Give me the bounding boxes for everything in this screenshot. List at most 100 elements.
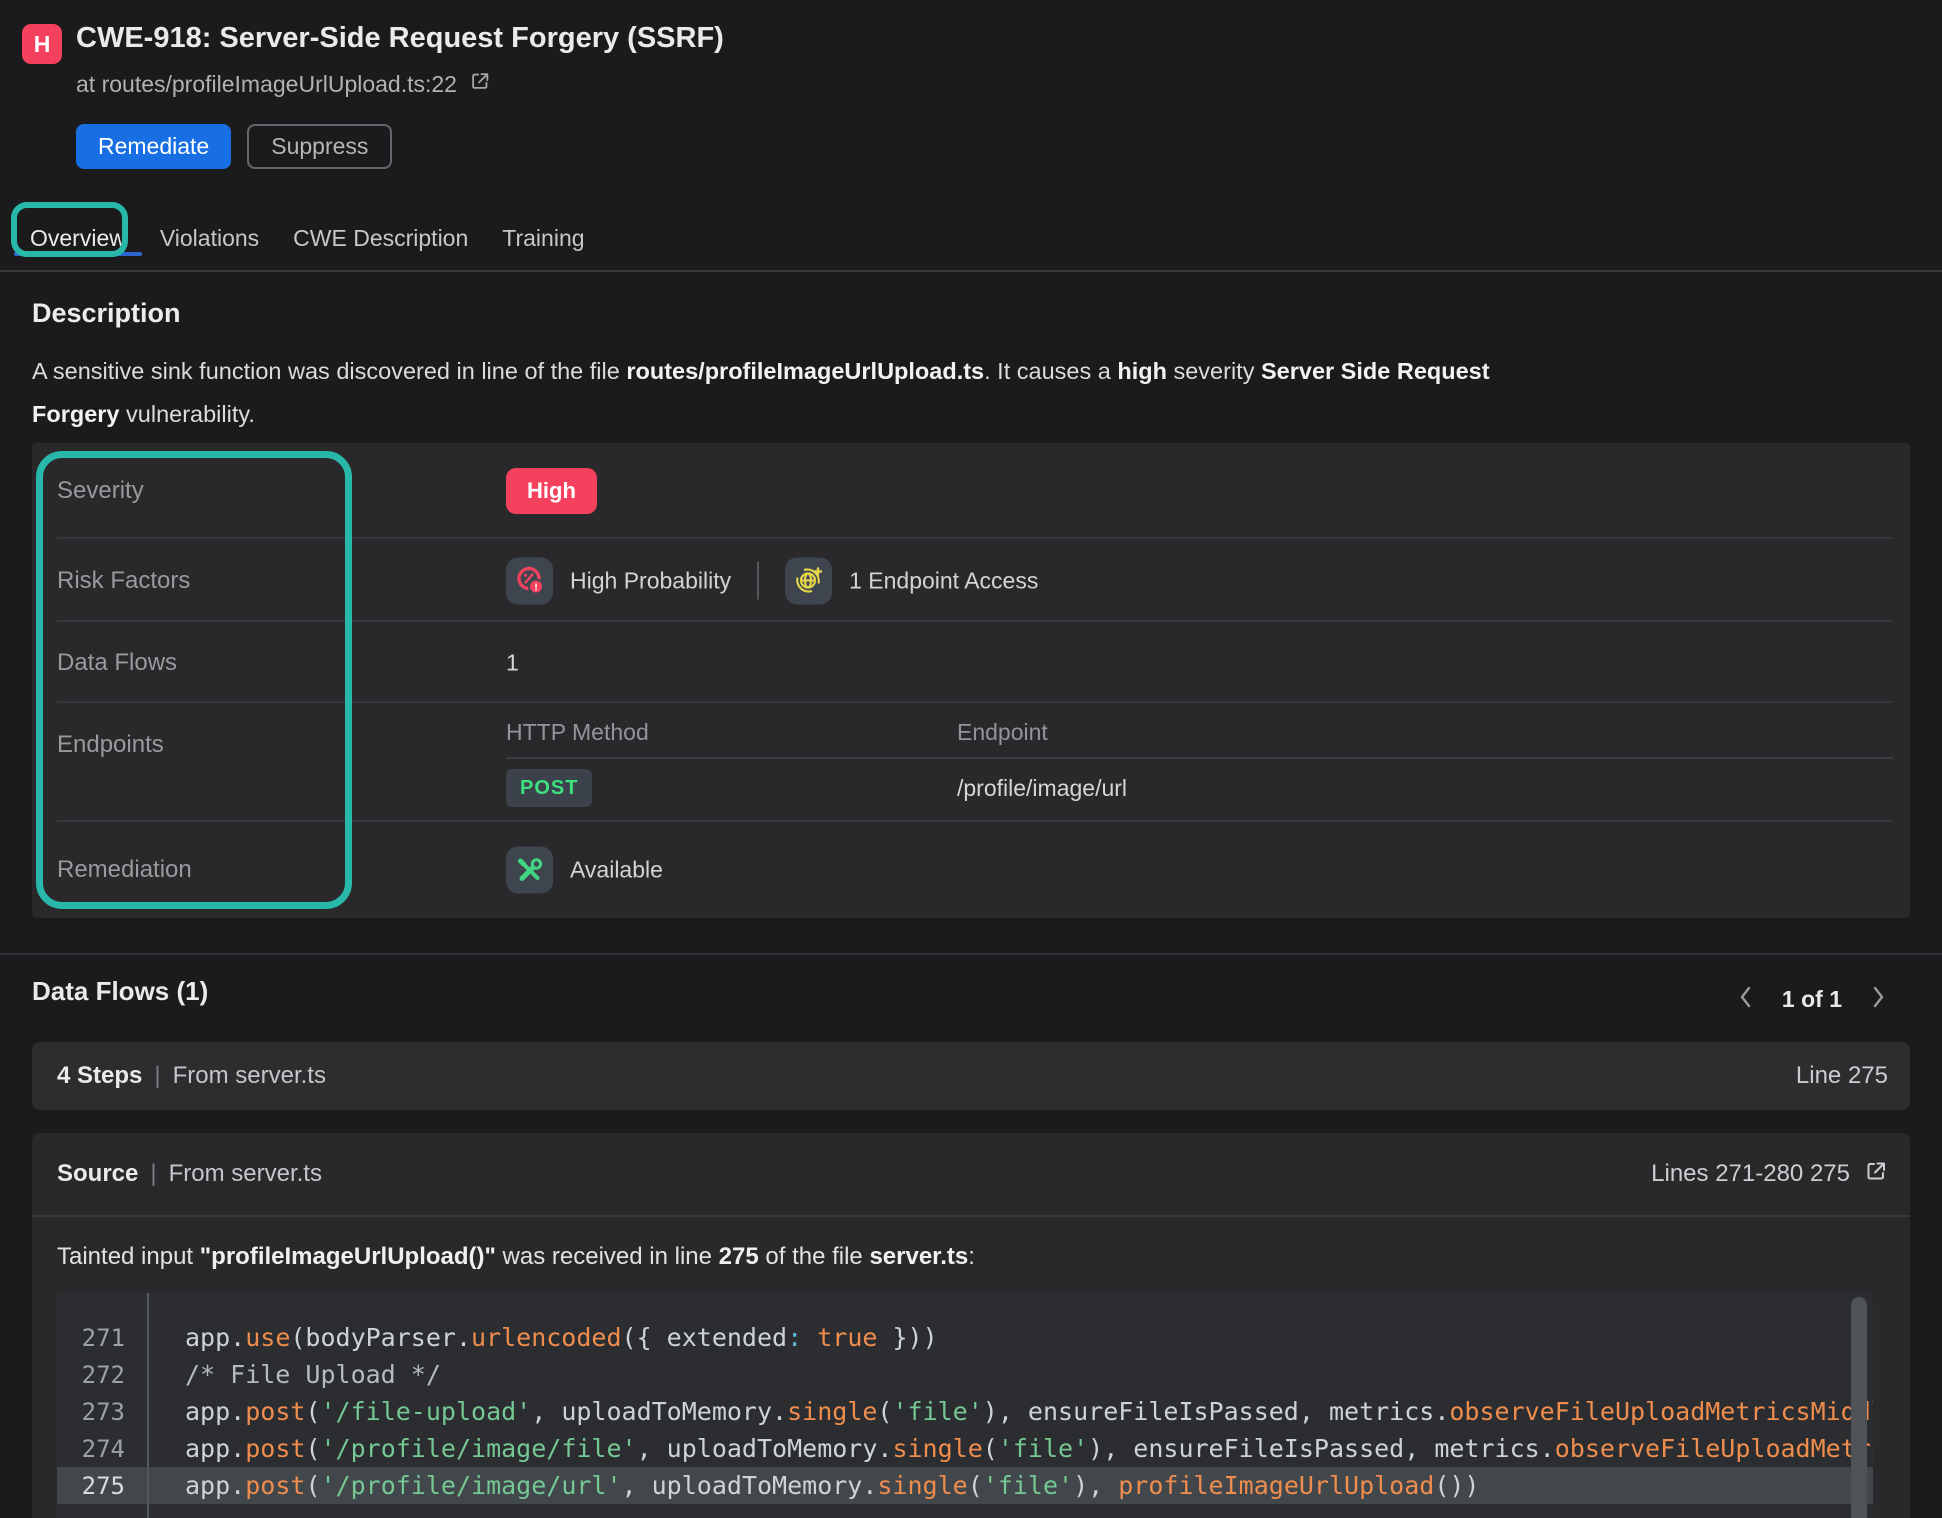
code-line: 271 app.use(bodyParser.urlencoded({ exten… [57, 1319, 1873, 1356]
tabs-divider [0, 270, 1942, 272]
gutter-divider [147, 1293, 149, 1518]
attributes-panel: Severity High Risk Factors ! High Prob [32, 443, 1910, 918]
description-heading: Description [32, 298, 181, 329]
code-line: 272 /* File Upload */ [57, 1356, 1873, 1393]
severity-label: Severity [57, 477, 144, 505]
text-segment: Tainted input [57, 1243, 200, 1270]
risk-factors-label: Risk Factors [57, 567, 190, 595]
line-number: 275 [57, 1472, 125, 1500]
file-location: at routes/profileImageUrlUpload.ts:22 [76, 70, 491, 98]
file-location-text[interactable]: at routes/profileImageUrlUpload.ts:22 [76, 71, 457, 98]
code-line: 274 app.post('/profile/image/file', uploa… [57, 1430, 1873, 1467]
source-lines-group: Lines 271-280 275 [1651, 1159, 1888, 1190]
endpoints-row: Endpoints HTTP Method Endpoint POST /pro… [32, 703, 1910, 822]
page-indicator: 1 of 1 [1782, 986, 1842, 1013]
code-text: app.post('/profile/image/url', uploadToM… [185, 1471, 1479, 1500]
text-segment: was received in line [496, 1243, 719, 1270]
risk-factor-separator [757, 562, 759, 600]
text-segment: vulnerability. [120, 401, 255, 427]
steps-from-file: From server.ts [173, 1062, 326, 1090]
remediation-label: Remediation [57, 856, 192, 884]
data-flow-steps-bar[interactable]: 4 Steps | From server.ts Line 275 [32, 1042, 1910, 1110]
endpoints-header-divider [506, 757, 1893, 759]
vulnerability-detail-page: H CWE-918: Server-Side Request Forgery (… [0, 0, 1942, 1518]
remediation-value-group: Available [506, 847, 663, 894]
data-flows-row: Data Flows 1 [32, 622, 1910, 703]
source-lines-label: Lines 271-280 275 [1651, 1160, 1850, 1188]
chevron-left-icon[interactable] [1736, 984, 1756, 1015]
line-number: 273 [57, 1398, 125, 1426]
risk-factors-row: Risk Factors ! High Probability [32, 539, 1910, 622]
tab-overview[interactable]: Overview [30, 225, 126, 252]
tab-cwe-description[interactable]: CWE Description [293, 225, 468, 252]
separator: | [150, 1160, 156, 1188]
text-segment: severity [1167, 358, 1261, 384]
endpoint-column-header: Endpoint [957, 719, 1048, 746]
code-text: app.use(bodyParser.urlencoded({ extended… [185, 1323, 938, 1352]
remediation-tools-icon [506, 847, 553, 894]
endpoint-path: /profile/image/url [957, 775, 1127, 802]
risk-factor-text: 1 Endpoint Access [849, 567, 1038, 594]
remediation-status-text: Available [570, 857, 663, 884]
text-segment: Server Side Request [1261, 358, 1490, 384]
text-segment: 275 [719, 1243, 759, 1270]
severity-letter-badge: H [22, 24, 62, 64]
source-panel: Source | From server.ts Lines 271-280 27… [32, 1133, 1910, 1518]
suppress-button[interactable]: Suppress [247, 124, 392, 169]
tab-bar: Overview Violations CWE Description Trai… [30, 218, 585, 258]
text-segment: high [1117, 358, 1167, 384]
action-buttons: Remediate Suppress [76, 124, 392, 169]
endpoints-label: Endpoints [57, 731, 164, 759]
source-title: Source [57, 1160, 138, 1188]
code-line: 273 app.post('/file-upload', uploadToMemo… [57, 1393, 1873, 1430]
line-number: 274 [57, 1435, 125, 1463]
steps-summary: 4 Steps | From server.ts [57, 1062, 326, 1090]
text-segment: server.ts [869, 1243, 968, 1270]
section-divider [0, 953, 1942, 955]
code-text: app.post('/file-upload', uploadToMemory.… [185, 1397, 1873, 1426]
svg-text:!: ! [534, 583, 537, 594]
text-segment: "profileImageUrlUpload()" [200, 1243, 496, 1270]
endpoint-globe-icon [785, 557, 832, 604]
data-flows-label: Data Flows [57, 649, 177, 677]
text-segment: of the file [759, 1243, 870, 1270]
external-link-icon[interactable] [1864, 1159, 1888, 1190]
text-segment: : [968, 1243, 975, 1270]
description-text: A sensitive sink function was discovered… [32, 350, 1894, 436]
external-link-icon[interactable] [469, 70, 491, 98]
source-header: Source | From server.ts Lines 271-280 27… [32, 1133, 1910, 1217]
code-scrollbar[interactable] [1851, 1297, 1867, 1518]
code-lines: 271 app.use(bodyParser.urlencoded({ exten… [57, 1319, 1873, 1504]
code-snippet: 271 app.use(bodyParser.urlencoded({ exten… [57, 1293, 1873, 1518]
source-from-file: From server.ts [169, 1160, 322, 1188]
text-segment: A sensitive sink function was discovered… [32, 358, 626, 384]
line-number: 272 [57, 1361, 125, 1389]
steps-count: 4 Steps [57, 1062, 142, 1090]
text-segment: Forgery [32, 401, 120, 427]
separator: | [154, 1062, 160, 1090]
probability-badge-icon: ! [506, 557, 553, 604]
data-flows-section-heading: Data Flows (1) [32, 976, 208, 1007]
remediation-row: Remediation Available [32, 822, 1910, 918]
page-title: CWE-918: Server-Side Request Forgery (SS… [76, 22, 724, 55]
severity-row: Severity High [32, 443, 1910, 539]
code-text: app.post('/profile/image/file', uploadTo… [185, 1434, 1873, 1463]
risk-factor-text: High Probability [570, 567, 731, 594]
chevron-right-icon[interactable] [1868, 984, 1888, 1015]
steps-line-ref: Line 275 [1796, 1062, 1888, 1090]
text-segment: routes/profileImageUrlUpload.ts [626, 358, 984, 384]
tainted-input-description: Tainted input "profileImageUrlUpload()" … [57, 1243, 1885, 1271]
http-method-badge: POST [506, 769, 592, 807]
remediate-button[interactable]: Remediate [76, 124, 231, 169]
tab-training[interactable]: Training [502, 225, 584, 252]
source-title-group: Source | From server.ts [57, 1160, 322, 1188]
text-segment: . It causes a [984, 358, 1117, 384]
tab-violations[interactable]: Violations [160, 225, 259, 252]
data-flows-pagination: 1 of 1 [1736, 984, 1888, 1015]
data-flows-count: 1 [506, 649, 519, 676]
code-line: 275 app.post('/profile/image/url', upload… [57, 1467, 1873, 1504]
line-number: 271 [57, 1324, 125, 1352]
code-text: /* File Upload */ [185, 1360, 441, 1389]
risk-factor-items: ! High Probability 1 Endpoint Access [506, 557, 1038, 604]
severity-badge: High [506, 468, 597, 514]
